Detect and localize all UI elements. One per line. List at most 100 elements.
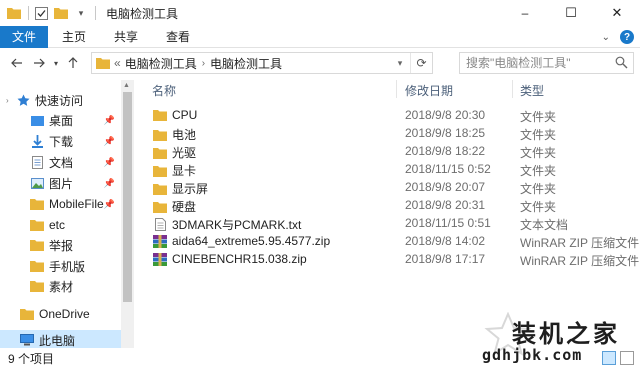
new-folder-icon[interactable] (53, 5, 69, 21)
up-button[interactable] (62, 52, 84, 74)
back-button[interactable] (6, 52, 28, 74)
expand-ribbon-icon[interactable]: ⌄ (602, 32, 610, 43)
nav-item-downloads[interactable]: 下载 📌 (0, 131, 121, 151)
ribbon-tabs: 文件 主页 共享 查看 ⌄ ? (0, 25, 640, 48)
pin-icon[interactable]: 📌 (104, 178, 115, 189)
search-icon[interactable] (615, 56, 628, 72)
pin-icon[interactable]: 📌 (104, 136, 115, 147)
breadcrumb-segment[interactable]: 电脑检测工具 (125, 55, 197, 72)
address-bar[interactable]: « 电脑检测工具 › 电脑检测工具 ▾ ⟳ (91, 52, 433, 74)
nav-item-mobilefile[interactable]: MobileFile 📌 (0, 194, 121, 214)
nav-item-desktop[interactable]: 桌面 📌 (0, 110, 121, 130)
column-divider[interactable] (396, 80, 397, 98)
breadcrumb-segment[interactable]: 电脑检测工具 (210, 55, 282, 72)
folder-icon (152, 108, 168, 122)
scroll-up-icon[interactable]: ▲ (123, 82, 130, 89)
nav-item-documents[interactable]: 文档 📌 (0, 152, 121, 172)
file-type: 文件夹 (520, 110, 557, 124)
nav-item-onedrive[interactable]: OneDrive (0, 304, 121, 324)
properties-checkbox-icon[interactable] (33, 5, 49, 21)
table-row[interactable]: aida64_extreme5.95.4577.zip 2018/9/8 14:… (134, 232, 640, 250)
column-divider[interactable] (512, 80, 513, 98)
scrollbar-thumb[interactable] (123, 92, 132, 302)
navigation-scrollbar[interactable]: ▲ (121, 80, 134, 348)
file-name: CPU (172, 108, 198, 122)
address-dropdown-icon[interactable]: ▾ (392, 53, 408, 73)
onedrive-icon (20, 307, 34, 321)
nav-item-pictures[interactable]: 图片 📌 (0, 173, 121, 193)
nav-item-this-pc[interactable]: 此电脑 (0, 330, 121, 348)
column-header-name[interactable]: 名称 (152, 82, 176, 99)
navigation-pane: › 快速访问 桌面 📌 下载 📌 文档 📌 图片 📌 MobileFile 📌 … (0, 80, 121, 348)
back-arrow-icon (11, 58, 22, 68)
document-folder-icon (30, 155, 44, 169)
item-count: 9 个项目 (8, 351, 55, 366)
nav-item-label: etc (49, 218, 66, 232)
customize-dropdown-icon[interactable]: ▾ (73, 5, 89, 21)
help-icon[interactable]: ? (620, 30, 634, 44)
picture-folder-icon (30, 176, 44, 190)
folder-icon (152, 128, 168, 142)
pin-icon[interactable]: 📌 (104, 157, 115, 168)
file-type: 文件夹 (520, 182, 557, 196)
table-row[interactable]: 电池 2018/9/8 18:25 文件夹 (134, 124, 640, 142)
file-date: 2018/9/8 18:25 (405, 126, 486, 140)
file-name: 显卡 (172, 164, 197, 178)
window-controls: – ☐ ✕ (502, 0, 640, 26)
file-name: 光驱 (172, 146, 197, 160)
column-header-date[interactable]: 修改日期 (405, 82, 453, 99)
nav-item-label: 快速访问 (35, 93, 84, 108)
separator (95, 6, 96, 20)
nav-item-mobile-version[interactable]: 手机版 (0, 256, 121, 276)
table-row[interactable]: 3DMARK与PCMARK.txt 2018/11/15 0:51 文本文档 (134, 214, 640, 232)
table-row[interactable]: CINEBENCHR15.038.zip 2018/9/8 17:17 WinR… (134, 250, 640, 268)
tab-view[interactable]: 查看 (152, 26, 204, 48)
forward-arrow-icon (34, 58, 45, 68)
file-type: 文件夹 (520, 164, 557, 178)
desktop-folder-icon (30, 113, 44, 127)
tab-file[interactable]: 文件 (0, 25, 49, 48)
window-title: 电脑检测工具 (106, 6, 179, 21)
table-row[interactable]: 显卡 2018/11/15 0:52 文件夹 (134, 160, 640, 178)
collapse-chevron-icon[interactable]: › (6, 96, 16, 105)
minimize-button[interactable]: – (502, 0, 548, 26)
folder-icon (96, 57, 110, 69)
table-row[interactable]: CPU 2018/9/8 20:30 文件夹 (134, 106, 640, 124)
maximize-button[interactable]: ☐ (548, 0, 594, 26)
search-box[interactable] (459, 52, 634, 74)
close-button[interactable]: ✕ (594, 0, 640, 26)
refresh-icon[interactable]: ⟳ (410, 53, 432, 73)
nav-item-label: OneDrive (39, 307, 90, 321)
tab-share[interactable]: 共享 (100, 26, 152, 48)
nav-item-etc[interactable]: etc (0, 215, 121, 235)
star-icon (16, 93, 30, 107)
pin-icon[interactable]: 📌 (104, 199, 115, 210)
file-date: 2018/11/15 0:51 (405, 216, 491, 230)
zip-archive-icon (152, 234, 168, 248)
file-name: 3DMARK与PCMARK.txt (172, 218, 302, 232)
recent-locations-button[interactable]: ▾ (50, 52, 62, 74)
search-input[interactable] (466, 56, 606, 70)
tab-home[interactable]: 主页 (48, 26, 100, 48)
table-row[interactable]: 光驱 2018/9/8 18:22 文件夹 (134, 142, 640, 160)
chevron-right-icon[interactable]: › (202, 58, 205, 69)
nav-item-label: 此电脑 (39, 333, 76, 348)
file-date: 2018/9/8 20:31 (405, 198, 486, 212)
column-header-type[interactable]: 类型 (520, 82, 544, 99)
address-overflow[interactable]: « (114, 56, 121, 70)
folder-icon (152, 164, 168, 178)
file-date: 2018/9/8 20:07 (405, 180, 486, 194)
folder-icon[interactable] (6, 5, 22, 21)
pin-icon[interactable]: 📌 (104, 115, 115, 126)
nav-item-label: 手机版 (49, 259, 86, 274)
folder-icon (152, 200, 168, 214)
nav-item-report[interactable]: 举报 (0, 235, 121, 255)
column-headers: 名称 修改日期 类型 (134, 78, 640, 100)
nav-item-label: 素材 (49, 279, 74, 294)
nav-item-materials[interactable]: 素材 (0, 276, 121, 296)
table-row[interactable]: 硬盘 2018/9/8 20:31 文件夹 (134, 196, 640, 214)
title-bar: ▾ 电脑检测工具 – ☐ ✕ (0, 0, 640, 26)
nav-item-quick-access[interactable]: › 快速访问 (0, 90, 121, 110)
table-row[interactable]: 显示屏 2018/9/8 20:07 文件夹 (134, 178, 640, 196)
forward-button[interactable] (28, 52, 50, 74)
